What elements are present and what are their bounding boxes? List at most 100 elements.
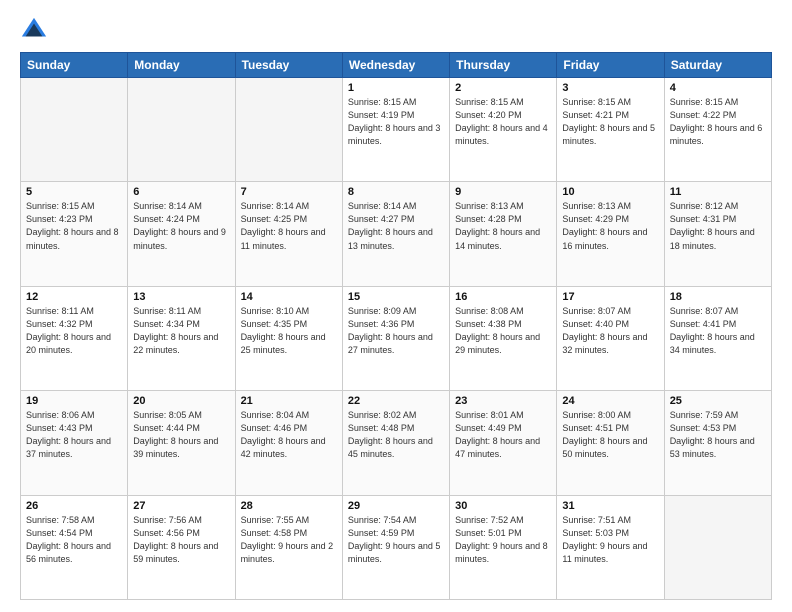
calendar-cell: 5 Sunrise: 8:15 AM Sunset: 4:23 PM Daylig… xyxy=(21,182,128,286)
day-info: Sunrise: 8:15 AM Sunset: 4:23 PM Dayligh… xyxy=(26,200,122,252)
day-info: Sunrise: 8:15 AM Sunset: 4:22 PM Dayligh… xyxy=(670,96,766,148)
week-row-4: 19Sunrise: 8:06 AM Sunset: 4:43 PM Dayli… xyxy=(21,391,772,495)
calendar-cell: 15Sunrise: 8:09 AM Sunset: 4:36 PM Dayli… xyxy=(342,286,449,390)
calendar-cell: 2 Sunrise: 8:15 AM Sunset: 4:20 PM Daylig… xyxy=(450,78,557,182)
day-info: Sunrise: 8:14 AM Sunset: 4:27 PM Dayligh… xyxy=(348,200,444,252)
calendar-cell: 27 Sunrise: 7:56 AM Sunset: 4:56 PM Dayli… xyxy=(128,495,235,599)
day-number: 20 xyxy=(133,395,229,407)
day-info: Sunrise: 8:10 AM Sunset: 4:35 PM Dayligh… xyxy=(241,305,337,357)
day-number: 14 xyxy=(241,291,337,303)
calendar-cell: 11 Sunrise: 8:12 AM Sunset: 4:31 PM Dayli… xyxy=(664,182,771,286)
day-info: Sunrise: 8:14 AM Sunset: 4:24 PM Dayligh… xyxy=(133,200,229,252)
calendar-cell: 13Sunrise: 8:11 AM Sunset: 4:34 PM Dayli… xyxy=(128,286,235,390)
calendar-cell: 7 Sunrise: 8:14 AM Sunset: 4:25 PM Daylig… xyxy=(235,182,342,286)
day-info: Sunrise: 8:11 AM Sunset: 4:34 PM Dayligh… xyxy=(133,305,229,357)
day-number: 26 xyxy=(26,500,122,512)
day-info: Sunrise: 8:13 AM Sunset: 4:29 PM Dayligh… xyxy=(562,200,658,252)
day-info: Sunrise: 8:14 AM Sunset: 4:25 PM Dayligh… xyxy=(241,200,337,252)
day-number: 21 xyxy=(241,395,337,407)
header xyxy=(20,16,772,44)
day-info: Sunrise: 8:11 AM Sunset: 4:32 PM Dayligh… xyxy=(26,305,122,357)
day-header-saturday: Saturday xyxy=(664,53,771,78)
calendar-cell: 26 Sunrise: 7:58 AM Sunset: 4:54 PM Dayli… xyxy=(21,495,128,599)
week-row-2: 5 Sunrise: 8:15 AM Sunset: 4:23 PM Daylig… xyxy=(21,182,772,286)
calendar-cell: 4Sunrise: 8:15 AM Sunset: 4:22 PM Daylig… xyxy=(664,78,771,182)
day-number: 11 xyxy=(670,186,766,198)
day-info: Sunrise: 7:51 AM Sunset: 5:03 PM Dayligh… xyxy=(562,514,658,566)
logo-icon xyxy=(20,16,48,44)
calendar-cell: 30 Sunrise: 7:52 AM Sunset: 5:01 PM Dayli… xyxy=(450,495,557,599)
calendar-cell: 12 Sunrise: 8:11 AM Sunset: 4:32 PM Dayli… xyxy=(21,286,128,390)
day-info: Sunrise: 8:15 AM Sunset: 4:19 PM Dayligh… xyxy=(348,96,444,148)
day-info: Sunrise: 7:58 AM Sunset: 4:54 PM Dayligh… xyxy=(26,514,122,566)
day-number: 24 xyxy=(562,395,658,407)
calendar-cell: 29Sunrise: 7:54 AM Sunset: 4:59 PM Dayli… xyxy=(342,495,449,599)
calendar-cell xyxy=(235,78,342,182)
day-number: 8 xyxy=(348,186,444,198)
calendar-cell: 23 Sunrise: 8:01 AM Sunset: 4:49 PM Dayli… xyxy=(450,391,557,495)
day-info: Sunrise: 8:13 AM Sunset: 4:28 PM Dayligh… xyxy=(455,200,551,252)
calendar-cell xyxy=(21,78,128,182)
day-number: 17 xyxy=(562,291,658,303)
day-info: Sunrise: 8:12 AM Sunset: 4:31 PM Dayligh… xyxy=(670,200,766,252)
day-info: Sunrise: 8:01 AM Sunset: 4:49 PM Dayligh… xyxy=(455,409,551,461)
day-info: Sunrise: 8:07 AM Sunset: 4:41 PM Dayligh… xyxy=(670,305,766,357)
day-header-monday: Monday xyxy=(128,53,235,78)
day-info: Sunrise: 8:02 AM Sunset: 4:48 PM Dayligh… xyxy=(348,409,444,461)
day-header-friday: Friday xyxy=(557,53,664,78)
day-number: 18 xyxy=(670,291,766,303)
calendar-cell: 22 Sunrise: 8:02 AM Sunset: 4:48 PM Dayli… xyxy=(342,391,449,495)
calendar-cell: 17 Sunrise: 8:07 AM Sunset: 4:40 PM Dayli… xyxy=(557,286,664,390)
calendar-cell: 19Sunrise: 8:06 AM Sunset: 4:43 PM Dayli… xyxy=(21,391,128,495)
day-number: 22 xyxy=(348,395,444,407)
calendar-cell: 21 Sunrise: 8:04 AM Sunset: 4:46 PM Dayli… xyxy=(235,391,342,495)
week-row-5: 26 Sunrise: 7:58 AM Sunset: 4:54 PM Dayli… xyxy=(21,495,772,599)
day-number: 7 xyxy=(241,186,337,198)
day-number: 9 xyxy=(455,186,551,198)
day-number: 1 xyxy=(348,82,444,94)
day-info: Sunrise: 8:15 AM Sunset: 4:20 PM Dayligh… xyxy=(455,96,551,148)
day-number: 23 xyxy=(455,395,551,407)
day-number: 27 xyxy=(133,500,229,512)
calendar-cell: 20 Sunrise: 8:05 AM Sunset: 4:44 PM Dayli… xyxy=(128,391,235,495)
day-header-tuesday: Tuesday xyxy=(235,53,342,78)
day-number: 3 xyxy=(562,82,658,94)
day-number: 12 xyxy=(26,291,122,303)
day-info: Sunrise: 7:52 AM Sunset: 5:01 PM Dayligh… xyxy=(455,514,551,566)
day-info: Sunrise: 8:00 AM Sunset: 4:51 PM Dayligh… xyxy=(562,409,658,461)
day-number: 30 xyxy=(455,500,551,512)
calendar-cell xyxy=(128,78,235,182)
day-number: 2 xyxy=(455,82,551,94)
day-number: 31 xyxy=(562,500,658,512)
day-info: Sunrise: 7:55 AM Sunset: 4:58 PM Dayligh… xyxy=(241,514,337,566)
day-header-wednesday: Wednesday xyxy=(342,53,449,78)
day-info: Sunrise: 7:59 AM Sunset: 4:53 PM Dayligh… xyxy=(670,409,766,461)
calendar-table: SundayMondayTuesdayWednesdayThursdayFrid… xyxy=(20,52,772,600)
day-number: 25 xyxy=(670,395,766,407)
calendar-cell: 6Sunrise: 8:14 AM Sunset: 4:24 PM Daylig… xyxy=(128,182,235,286)
week-row-1: 1 Sunrise: 8:15 AM Sunset: 4:19 PM Daylig… xyxy=(21,78,772,182)
day-number: 16 xyxy=(455,291,551,303)
week-row-3: 12 Sunrise: 8:11 AM Sunset: 4:32 PM Dayli… xyxy=(21,286,772,390)
day-number: 28 xyxy=(241,500,337,512)
day-info: Sunrise: 8:09 AM Sunset: 4:36 PM Dayligh… xyxy=(348,305,444,357)
day-header-thursday: Thursday xyxy=(450,53,557,78)
day-info: Sunrise: 7:56 AM Sunset: 4:56 PM Dayligh… xyxy=(133,514,229,566)
calendar-cell: 16 Sunrise: 8:08 AM Sunset: 4:38 PM Dayli… xyxy=(450,286,557,390)
calendar-cell: 25 Sunrise: 7:59 AM Sunset: 4:53 PM Dayli… xyxy=(664,391,771,495)
calendar-header-row: SundayMondayTuesdayWednesdayThursdayFrid… xyxy=(21,53,772,78)
day-info: Sunrise: 8:07 AM Sunset: 4:40 PM Dayligh… xyxy=(562,305,658,357)
day-number: 5 xyxy=(26,186,122,198)
calendar-cell: 24 Sunrise: 8:00 AM Sunset: 4:51 PM Dayli… xyxy=(557,391,664,495)
calendar-cell: 9 Sunrise: 8:13 AM Sunset: 4:28 PM Daylig… xyxy=(450,182,557,286)
calendar-cell: 31 Sunrise: 7:51 AM Sunset: 5:03 PM Dayli… xyxy=(557,495,664,599)
calendar-cell: 28 Sunrise: 7:55 AM Sunset: 4:58 PM Dayli… xyxy=(235,495,342,599)
day-info: Sunrise: 7:54 AM Sunset: 4:59 PM Dayligh… xyxy=(348,514,444,566)
day-info: Sunrise: 8:08 AM Sunset: 4:38 PM Dayligh… xyxy=(455,305,551,357)
day-number: 10 xyxy=(562,186,658,198)
day-info: Sunrise: 8:15 AM Sunset: 4:21 PM Dayligh… xyxy=(562,96,658,148)
day-info: Sunrise: 8:04 AM Sunset: 4:46 PM Dayligh… xyxy=(241,409,337,461)
day-info: Sunrise: 8:05 AM Sunset: 4:44 PM Dayligh… xyxy=(133,409,229,461)
calendar-cell: 18 Sunrise: 8:07 AM Sunset: 4:41 PM Dayli… xyxy=(664,286,771,390)
day-info: Sunrise: 8:06 AM Sunset: 4:43 PM Dayligh… xyxy=(26,409,122,461)
